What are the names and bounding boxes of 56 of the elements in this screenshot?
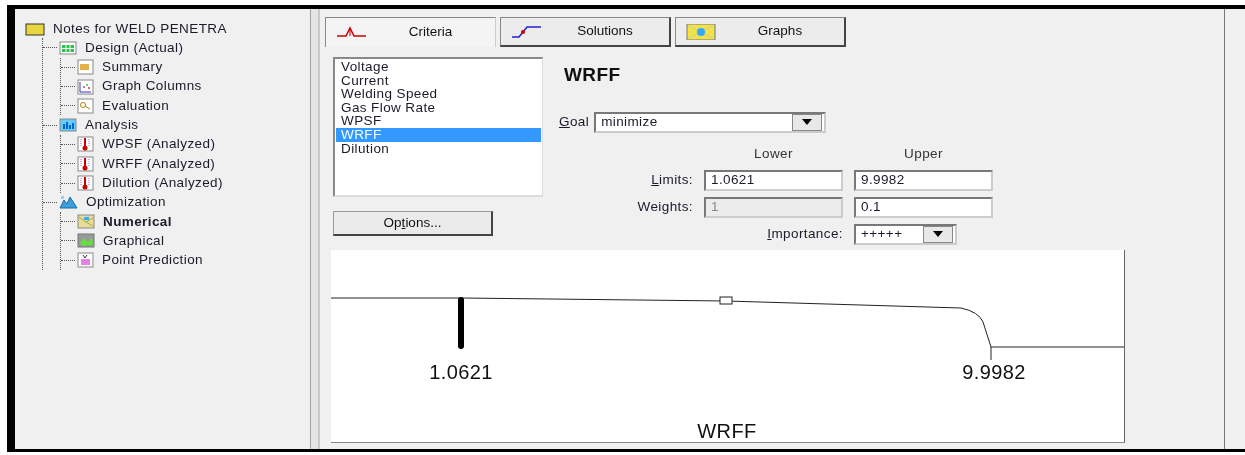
column-header: Upper (903, 144, 944, 163)
list-item[interactable]: Gas Flow Rate (336, 100, 541, 115)
list-icon (77, 252, 94, 269)
tree-item[interactable]: Evaluation (100, 95, 172, 116)
contour-icon (77, 232, 95, 249)
scatter-plot-icon (77, 78, 94, 95)
importance-label: Importance: (766, 225, 843, 244)
tree-item[interactable]: Graph Columns (100, 76, 204, 97)
tree-item[interactable]: Optimization (84, 192, 168, 213)
table-icon (77, 59, 94, 76)
chart-icon (686, 23, 716, 40)
column-header: Lower (753, 144, 794, 163)
map-icon (77, 213, 95, 230)
bar-chart-icon (59, 117, 77, 134)
tree-item[interactable]: Dilution (Analyzed) (100, 172, 225, 194)
tree-item[interactable]: WPSF (Analyzed) (100, 134, 218, 155)
tree-item[interactable]: Design (Actual) (83, 37, 186, 59)
tree-item[interactable]: Numerical (101, 211, 174, 232)
field-label: Weights: (636, 198, 693, 217)
thermometer-icon (77, 155, 94, 172)
tree-item[interactable]: Analysis (83, 115, 141, 136)
upper-limit-label: 9.9982 (962, 360, 1026, 383)
goal-label: Goal (559, 112, 590, 131)
input-field[interactable]: 9.9982 (854, 169, 993, 191)
tree-item[interactable]: Point Prediction (100, 250, 205, 271)
tree-item[interactable]: Graphical (101, 230, 167, 252)
goal-dropdown[interactable]: minimize (594, 111, 827, 133)
tab[interactable]: Criteria (325, 17, 496, 47)
thermometer-icon (77, 175, 94, 191)
thermometer-icon (77, 136, 94, 153)
magnifier-icon (77, 97, 94, 114)
options-button[interactable]: Options... (333, 211, 493, 236)
importance-dropdown[interactable]: +++++ (854, 223, 957, 245)
list-item[interactable]: WPSF (336, 114, 541, 128)
table-icon (59, 39, 77, 56)
response-list[interactable]: Voltage Current Welding Speed Gas Flow Rate WPSF WRFF Dilution (333, 57, 543, 197)
tree-item[interactable]: WRFF (Analyzed) (100, 153, 218, 174)
folder-icon (25, 20, 45, 37)
tab[interactable]: Solutions (500, 17, 671, 47)
point-marker[interactable] (719, 296, 733, 305)
input-field[interactable]: 0.1 (854, 196, 993, 218)
step-curve-icon (511, 23, 541, 40)
mountain-icon (59, 194, 78, 211)
list-item[interactable]: Dilution (336, 141, 541, 156)
input-field[interactable]: 1.0621 (704, 169, 843, 191)
field-label: Limits: (650, 171, 693, 190)
response-title: WRFF (564, 63, 622, 87)
tree-item[interactable]: Summary (100, 57, 165, 78)
list-item[interactable]: Current (336, 73, 541, 88)
lower-limit-marker[interactable] (458, 296, 464, 349)
tree-item[interactable]: Notes for WELD PENETRA (51, 18, 229, 39)
axis-title: WRFF (697, 419, 757, 442)
list-item[interactable]: Welding Speed (336, 87, 541, 101)
list-item[interactable]: Voltage (336, 60, 541, 74)
lower-limit-label: 1.0621 (429, 360, 493, 383)
tab[interactable]: Graphs (675, 17, 846, 47)
